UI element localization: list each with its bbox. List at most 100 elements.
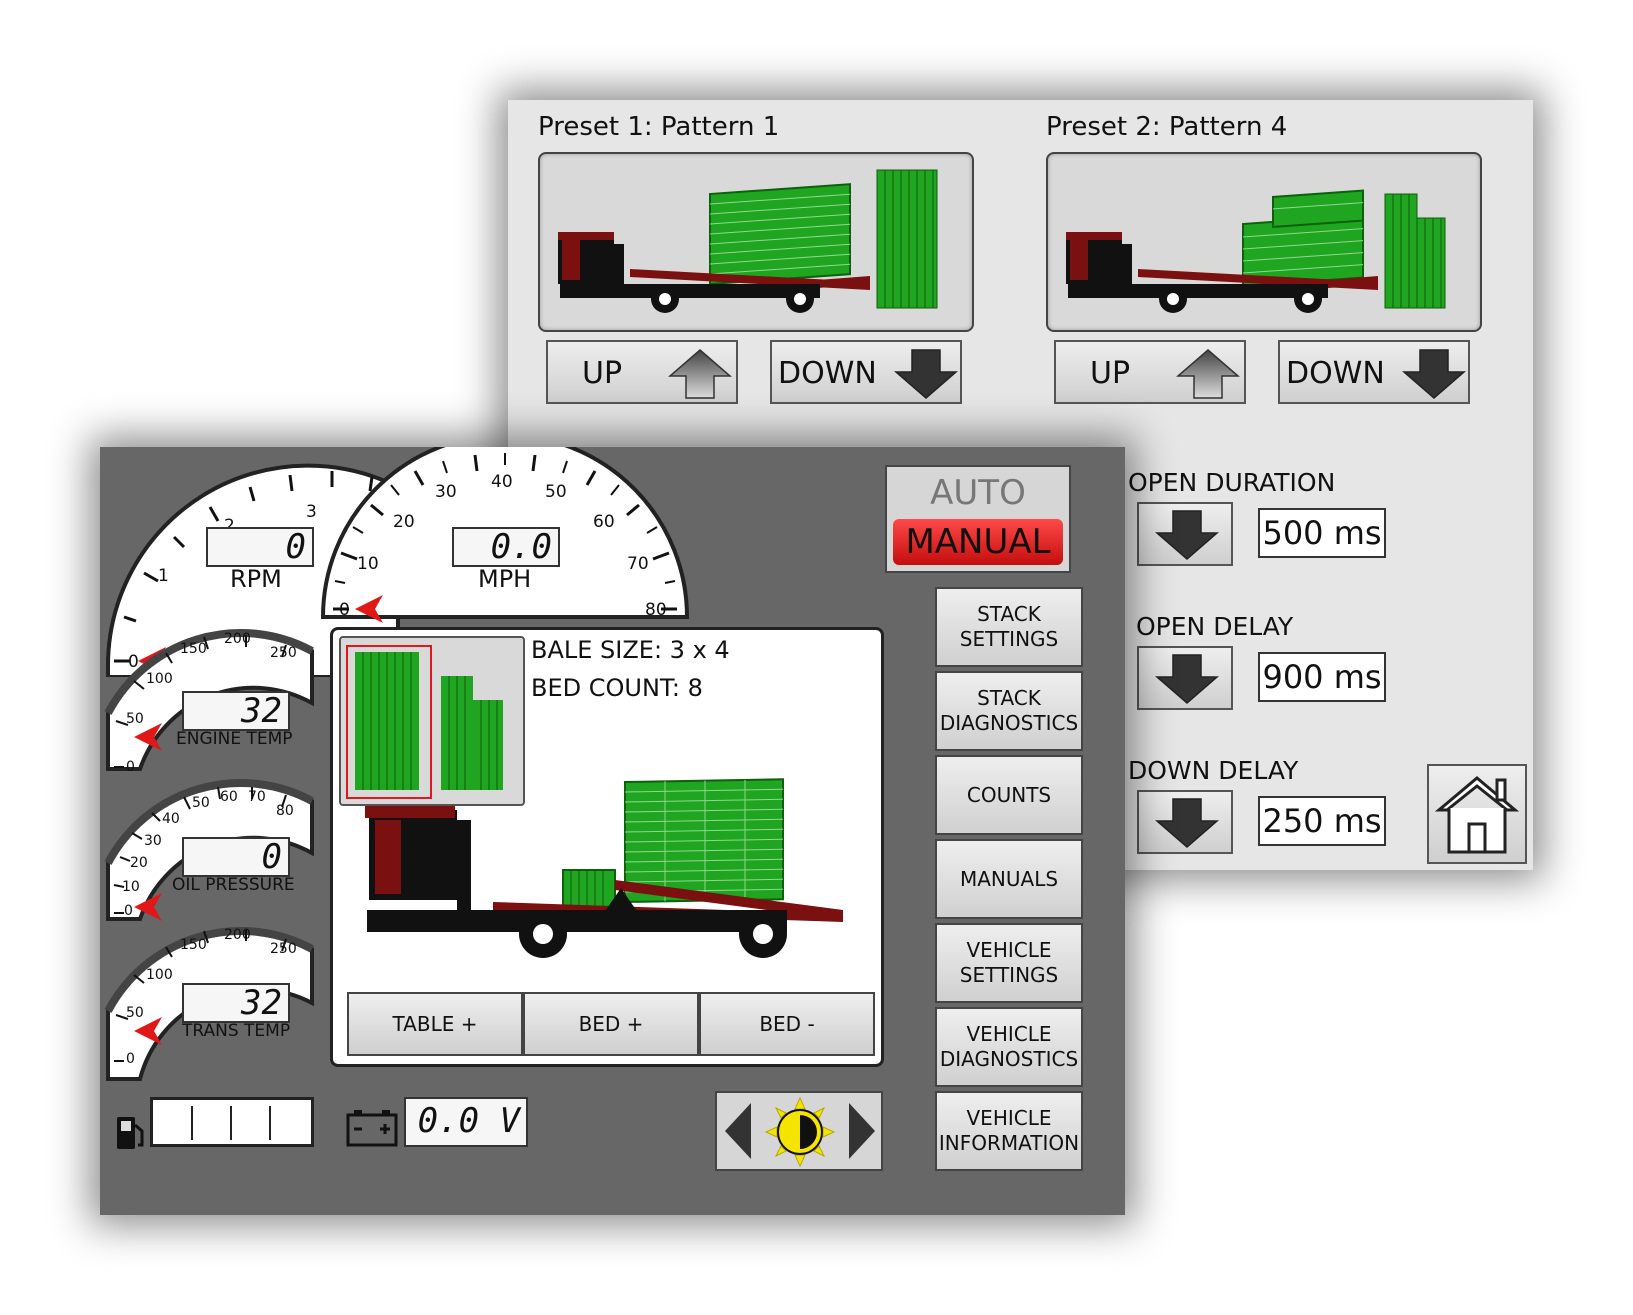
up-arrow-icon (668, 349, 732, 399)
down-delay-down-button[interactable] (1137, 790, 1233, 854)
trans-temp-tick-label: 150 (180, 937, 207, 953)
oil-pressure-tick-label: 80 (276, 803, 294, 819)
preset1-pattern-image[interactable] (538, 152, 974, 332)
brightness-decrease-icon[interactable] (723, 1101, 753, 1161)
truck-pattern1-illustration (558, 169, 938, 313)
oil-pressure-tick-label: 30 (144, 833, 162, 849)
battery-icon (346, 1110, 398, 1147)
mph-tick-label: 0 (339, 600, 350, 620)
bale-size-text: BALE SIZE: 3 x 4 (531, 636, 730, 664)
preset2-pattern-image[interactable] (1046, 152, 1482, 332)
mph-tick-label: 40 (491, 472, 513, 492)
down-arrow-icon (1155, 654, 1219, 704)
btn-line: STACK (977, 686, 1041, 710)
oil-pressure-readout: 0 (182, 837, 290, 877)
open-delay-value[interactable]: 900 ms (1258, 652, 1386, 702)
btn-line: COUNTS (966, 782, 1052, 807)
oil-pressure-tick-label: 10 (122, 879, 140, 895)
open-duration-down-button[interactable] (1137, 502, 1233, 566)
open-delay-down-button[interactable] (1137, 646, 1233, 710)
preset2-up-button[interactable]: UP (1054, 340, 1246, 404)
btn-line: SETTINGS (959, 963, 1059, 987)
btn-line: SETTINGS (959, 627, 1059, 651)
brightness-increase-icon[interactable] (847, 1101, 877, 1161)
up-label: UP (1090, 356, 1131, 391)
oil-pressure-tick-label: 50 (192, 795, 210, 811)
auto-manual-toggle[interactable]: AUTO MANUAL (885, 465, 1071, 573)
vehicle-information-button[interactable]: VEHICLE INFORMATION (935, 1091, 1083, 1171)
vehicle-settings-button[interactable]: VEHICLE SETTINGS (935, 923, 1083, 1003)
oil-pressure-tick-label: 20 (130, 855, 148, 871)
preset2-down-button[interactable]: DOWN (1278, 340, 1470, 404)
mph-readout: 0.0 (452, 527, 560, 567)
home-icon (1435, 776, 1519, 854)
trans-temp-tick-label: 250 (270, 941, 297, 957)
stack-settings-button[interactable]: STACK SETTINGS (935, 587, 1083, 667)
preset1-title: Preset 1: Pattern 1 (538, 112, 780, 142)
down-arrow-icon (1402, 349, 1466, 399)
table-plus-button[interactable]: TABLE + (347, 992, 523, 1056)
open-duration-label: OPEN DURATION (1128, 468, 1336, 497)
down-label: DOWN (1286, 356, 1385, 391)
oil-pressure-label: OIL PRESSURE (172, 875, 295, 895)
down-arrow-icon (894, 349, 958, 399)
fuel-icon (117, 1117, 144, 1149)
manuals-button[interactable]: MANUALS (935, 839, 1083, 919)
btn-line: DIAGNOSTICS (939, 711, 1079, 735)
manual-option[interactable]: MANUAL (893, 519, 1063, 565)
mph-tick-label: 20 (393, 512, 415, 532)
preset1-up-button[interactable]: UP (546, 340, 738, 404)
vehicle-diagnostics-button[interactable]: VEHICLE DIAGNOSTICS (935, 1007, 1083, 1087)
engine-temp-tick-label: 150 (180, 641, 207, 657)
down-arrow-icon (1155, 798, 1219, 848)
dashboard-screen: 0 1 2 3 0 RPM 0 10 20 30 40 50 60 70 80 … (100, 447, 1125, 1215)
truck-illustration (365, 778, 843, 958)
rpm-readout: 0 (206, 527, 314, 567)
trans-temp-tick-label: 50 (126, 1005, 144, 1021)
mph-tick-label: 80 (645, 600, 667, 620)
bed-minus-button[interactable]: BED - (699, 992, 875, 1056)
engine-temp-readout: 32 (182, 691, 290, 731)
stack-display: BALE SIZE: 3 x 4 BED COUNT: 8 TABLE + BE… (330, 627, 884, 1067)
btn-line: VEHICLE (966, 1106, 1052, 1130)
down-arrow-icon (1155, 510, 1219, 560)
down-label: DOWN (778, 356, 877, 391)
up-label: UP (582, 356, 623, 391)
bed-plus-button[interactable]: BED + (523, 992, 699, 1056)
truck-pattern4-illustration (1066, 189, 1446, 313)
open-delay-label: OPEN DELAY (1136, 612, 1294, 641)
mph-tick-label: 50 (545, 482, 567, 502)
bed-count-text: BED COUNT: 8 (531, 674, 703, 702)
engine-temp-tick-label: 50 (126, 711, 144, 727)
battery-voltage-readout: 0.0 V (404, 1097, 528, 1147)
btn-line: INFORMATION (938, 1131, 1080, 1155)
auto-option[interactable]: AUTO (887, 473, 1069, 513)
btn-line: STACK (977, 602, 1041, 626)
oil-pressure-tick-label: 60 (220, 789, 238, 805)
btn-line: VEHICLE (966, 1022, 1052, 1046)
btn-line: MANUALS (959, 866, 1059, 891)
rpm-label: RPM (230, 565, 282, 593)
brightness-control (715, 1091, 883, 1171)
trans-temp-tick-label: 0 (126, 1051, 135, 1067)
trans-temp-tick-label: 200 (224, 927, 251, 943)
mph-tick-label: 10 (357, 554, 379, 574)
oil-pressure-tick-label: 70 (248, 789, 266, 805)
mph-tick-label: 70 (627, 554, 649, 574)
stack-diagnostics-button[interactable]: STACK DIAGNOSTICS (935, 671, 1083, 751)
mph-tick-label: 30 (435, 482, 457, 502)
home-button[interactable] (1427, 764, 1527, 864)
trans-temp-readout: 32 (182, 983, 290, 1023)
engine-temp-tick-label: 200 (224, 631, 251, 647)
preset1-down-button[interactable]: DOWN (770, 340, 962, 404)
trans-temp-tick-label: 100 (146, 967, 173, 983)
rpm-tick-label: 1 (158, 566, 169, 586)
up-arrow-icon (1176, 349, 1240, 399)
open-duration-value[interactable]: 500 ms (1258, 508, 1386, 558)
down-delay-value[interactable]: 250 ms (1258, 796, 1386, 846)
engine-temp-tick-label: 100 (146, 671, 173, 687)
mph-label: MPH (478, 565, 532, 593)
btn-line: DIAGNOSTICS (939, 1047, 1079, 1071)
engine-temp-tick-label: 250 (270, 645, 297, 661)
counts-button[interactable]: COUNTS (935, 755, 1083, 835)
